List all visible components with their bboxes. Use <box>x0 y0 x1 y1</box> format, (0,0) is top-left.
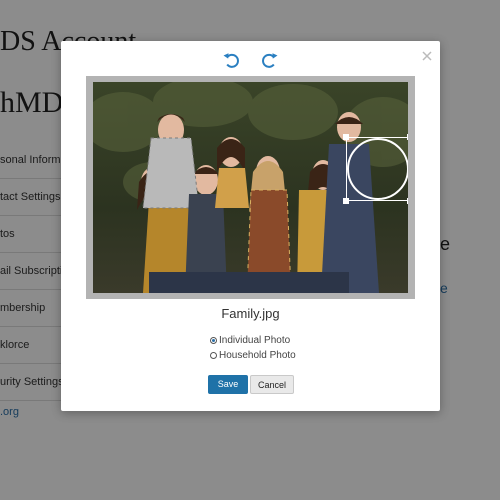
image-toolbar <box>61 49 440 71</box>
option-label: Household Photo <box>219 350 296 361</box>
option-individual-photo[interactable]: Individual Photo <box>210 333 296 348</box>
rotate-left-icon[interactable] <box>221 49 243 71</box>
option-label: Individual Photo <box>219 335 291 346</box>
crop-handle-bottom-right[interactable] <box>407 198 408 204</box>
crop-handle-top-right[interactable] <box>407 134 408 140</box>
close-icon[interactable] <box>420 49 434 63</box>
radio-household-photo[interactable] <box>210 352 217 359</box>
radio-individual-photo[interactable] <box>210 337 217 344</box>
crop-handle-bottom-left[interactable] <box>343 198 349 204</box>
crop-selection[interactable] <box>343 134 408 204</box>
option-household-photo[interactable]: Household Photo <box>210 348 296 363</box>
rotate-right-icon[interactable] <box>258 49 280 71</box>
photo-frame <box>86 76 415 299</box>
crop-circle <box>347 138 408 200</box>
photo-crop-dialog: Family.jpg Individual Photo Household Ph… <box>61 41 440 411</box>
family-photo[interactable] <box>93 82 408 293</box>
photo-type-options: Individual Photo Household Photo <box>210 333 296 363</box>
crop-handle-top-left[interactable] <box>343 134 349 140</box>
save-button[interactable]: Save <box>208 375 248 394</box>
cancel-button[interactable]: Cancel <box>250 375 294 394</box>
file-name: Family.jpg <box>221 306 280 321</box>
